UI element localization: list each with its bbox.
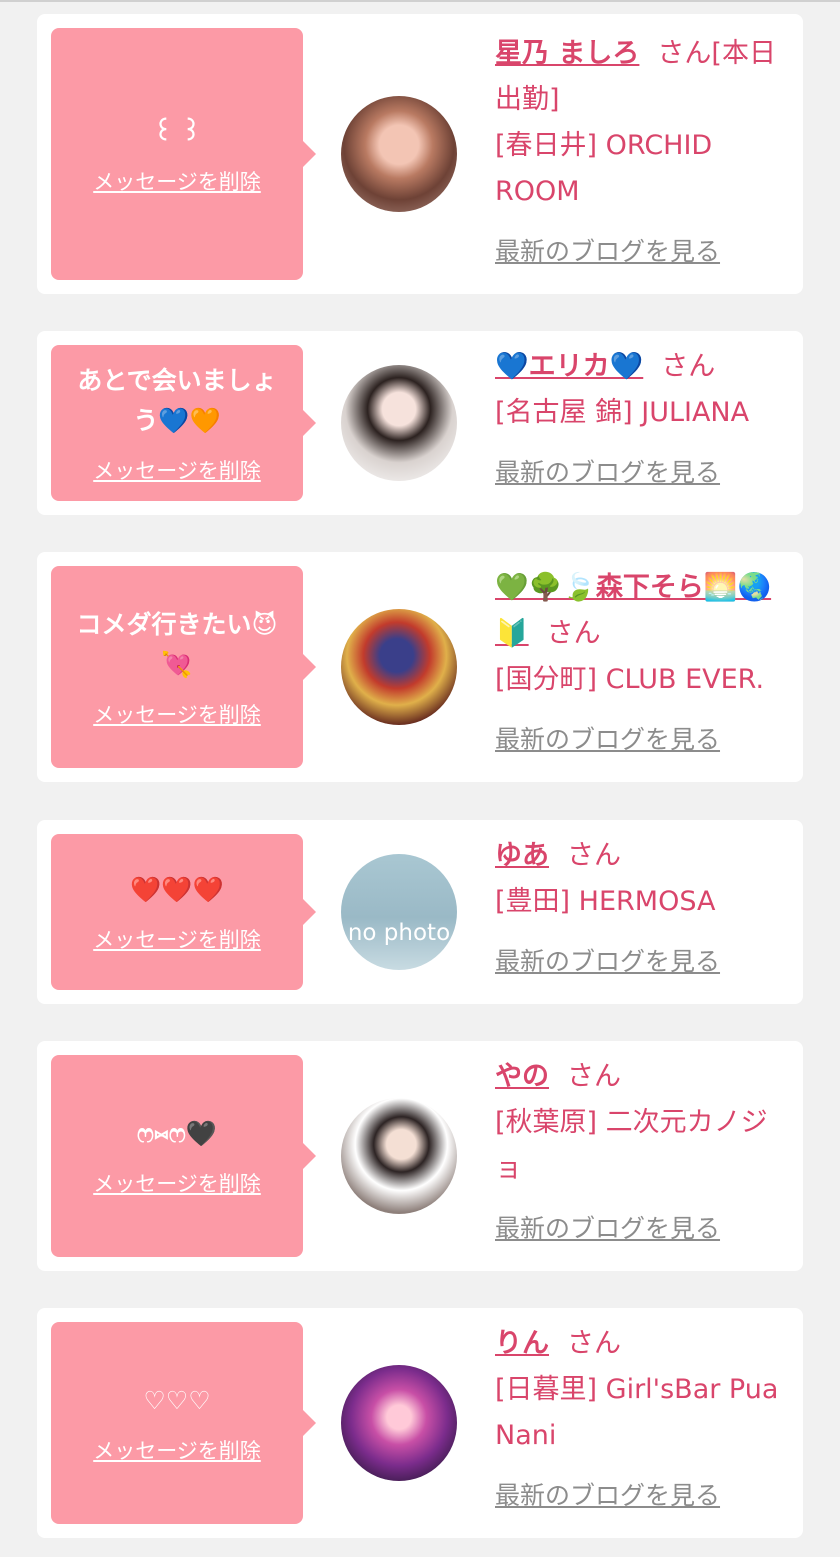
top-divider (0, 0, 840, 2)
delete-message-link[interactable]: メッセージを削除 (93, 1168, 261, 1198)
cast-info: 💙エリカ💙 さん [名古屋 錦] JULIANA 最新のブログを見る (495, 344, 780, 496)
message-card: ꒰ ꒱ メッセージを削除 星乃 ましろ さん[本日出勤] [春日井] ORCHID… (37, 14, 803, 294)
cast-name-link[interactable]: やの (495, 1061, 549, 1092)
avatar[interactable] (341, 365, 457, 481)
message-bubble: コメダ行きたい😈💘 メッセージを削除 (51, 566, 316, 768)
avatar[interactable]: no photo (341, 854, 457, 970)
cast-info: 星乃 ましろ さん[本日出勤] [春日井] ORCHID ROOM 最新のブログを… (495, 31, 780, 275)
avatar[interactable] (341, 96, 457, 212)
message-text: ꒰ ꒱ (153, 117, 201, 146)
cast-name-link[interactable]: りん (495, 1328, 549, 1359)
cast-name-link[interactable]: ゆあ (495, 840, 549, 871)
shop-name: [豊田] HERMOSA (495, 886, 716, 917)
message-card: コメダ行きたい😈💘 メッセージを削除 💚🌳🍃森下そら🌅🌏🔰 さん [国分町] CL… (37, 552, 803, 782)
shop-name: [名古屋 錦] JULIANA (495, 397, 750, 428)
message-text: ♡♡♡ (143, 1386, 211, 1415)
message-bubble: ❤️❤️❤️ メッセージを削除 (51, 834, 316, 990)
avatar[interactable] (341, 1098, 457, 1214)
cast-info: ゆあ さん [豊田] HERMOSA 最新のブログを見る (495, 833, 780, 985)
message-bubble: ꒰ ꒱ メッセージを削除 (51, 28, 316, 280)
latest-blog-link[interactable]: 最新のブログを見る (495, 1473, 780, 1519)
no-photo-label: no photo (347, 920, 451, 946)
honorific: さん (567, 840, 621, 871)
latest-blog-link[interactable]: 最新のブログを見る (495, 229, 780, 275)
shop-name: [日暮里] Girl'sBar Pua Nani (495, 1374, 779, 1451)
message-card: ♡♡♡ メッセージを削除 りん さん [日暮里] Girl'sBar Pua Na… (37, 1308, 803, 1538)
message-text: コメダ行きたい😈💘 (76, 610, 278, 679)
delete-message-link[interactable]: メッセージを削除 (93, 924, 261, 954)
message-text: あとで会いましょう💙🧡 (77, 366, 277, 435)
cast-name-link[interactable]: 星乃 ましろ (495, 38, 639, 69)
honorific: さん (567, 1328, 621, 1359)
delete-message-link[interactable]: メッセージを削除 (93, 1435, 261, 1465)
message-text: ෆ⑅ෆ🖤 (137, 1119, 217, 1148)
latest-blog-link[interactable]: 最新のブログを見る (495, 939, 780, 985)
cast-info: やの さん [秋葉原] 二次元カノジョ 最新のブログを見る (495, 1054, 780, 1252)
message-card: ෆ⑅ෆ🖤 メッセージを削除 やの さん [秋葉原] 二次元カノジョ 最新のブログを… (37, 1041, 803, 1271)
avatar[interactable] (341, 1365, 457, 1481)
latest-blog-link[interactable]: 最新のブログを見る (495, 450, 780, 496)
delete-message-link[interactable]: メッセージを削除 (93, 166, 261, 196)
latest-blog-link[interactable]: 最新のブログを見る (495, 1206, 780, 1252)
cast-name-link[interactable]: 💙エリカ💙 (495, 351, 643, 382)
delete-message-link[interactable]: メッセージを削除 (93, 455, 261, 485)
message-bubble: ♡♡♡ メッセージを削除 (51, 1322, 316, 1524)
delete-message-link[interactable]: メッセージを削除 (93, 699, 261, 729)
cast-info: りん さん [日暮里] Girl'sBar Pua Nani 最新のブログを見る (495, 1321, 780, 1519)
message-card: ❤️❤️❤️ メッセージを削除 no photo ゆあ さん [豊田] HERMO… (37, 820, 803, 1004)
message-bubble: ෆ⑅ෆ🖤 メッセージを削除 (51, 1055, 316, 1257)
honorific: さん (546, 618, 601, 649)
shop-name: [春日井] ORCHID ROOM (495, 130, 713, 207)
shop-name: [国分町] CLUB EVER. (495, 664, 765, 695)
avatar[interactable] (341, 609, 457, 725)
cast-name-link[interactable]: 💚🌳🍃森下そら🌅🌏🔰 (495, 572, 771, 649)
cast-info: 💚🌳🍃森下そら🌅🌏🔰 さん [国分町] CLUB EVER. 最新のブログを見る (495, 565, 780, 763)
message-text: ❤️❤️❤️ (130, 875, 224, 904)
message-bubble: あとで会いましょう💙🧡 メッセージを削除 (51, 345, 316, 501)
honorific: さん (661, 351, 716, 382)
latest-blog-link[interactable]: 最新のブログを見る (495, 717, 780, 763)
shop-name: [秋葉原] 二次元カノジョ (495, 1107, 768, 1184)
message-card: あとで会いましょう💙🧡 メッセージを削除 💙エリカ💙 さん [名古屋 錦] JUL… (37, 331, 803, 515)
honorific: さん (567, 1061, 621, 1092)
